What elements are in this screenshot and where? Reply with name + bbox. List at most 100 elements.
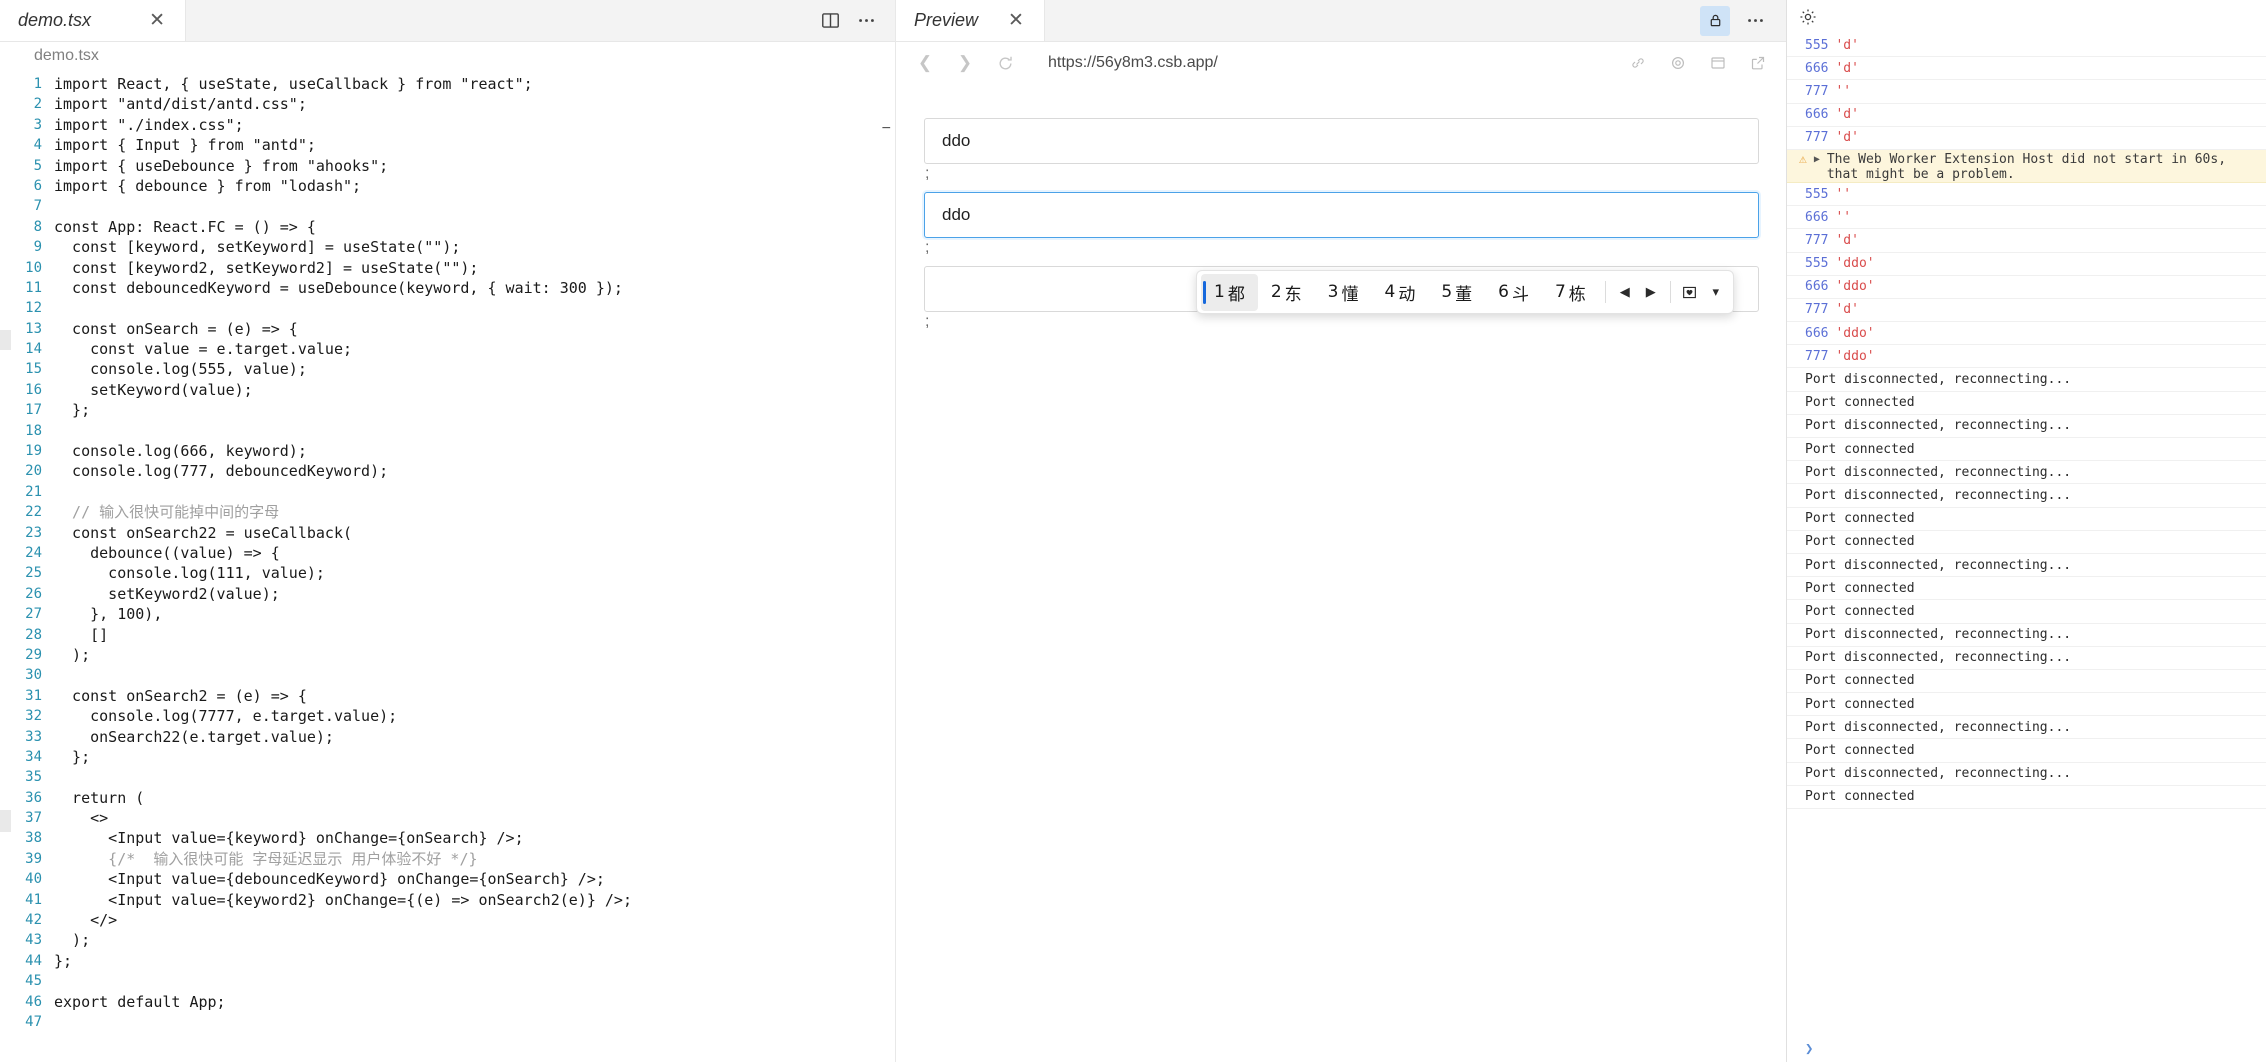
console-row[interactable]: 555 '': [1787, 183, 2266, 207]
code-line[interactable]: 20 console.log(777, debouncedKeyword);: [0, 461, 895, 481]
code-line[interactable]: 45: [0, 971, 895, 991]
chevron-right-icon[interactable]: ❯: [950, 48, 980, 78]
console-row[interactable]: Port disconnected, reconnecting...: [1787, 763, 2266, 786]
settings-icon[interactable]: [1664, 49, 1692, 77]
heart-box-icon[interactable]: [1677, 279, 1703, 305]
code-line[interactable]: 29 );: [0, 645, 895, 665]
console-row[interactable]: 777 'd': [1787, 299, 2266, 323]
breadcrumb[interactable]: demo.tsx: [0, 42, 895, 70]
console-row[interactable]: Port disconnected, reconnecting...: [1787, 624, 2266, 647]
console-row[interactable]: 555 'd': [1787, 34, 2266, 58]
code-line[interactable]: 22 // 输入很快可能掉中间的字母: [0, 502, 895, 522]
code-line[interactable]: 37 <>: [0, 808, 895, 828]
code-line[interactable]: 39 {/* 输入很快可能 字母延迟显示 用户体验不好 */}: [0, 849, 895, 869]
console-row[interactable]: Port disconnected, reconnecting...: [1787, 554, 2266, 578]
ime-candidate-3[interactable]: 3懂: [1315, 274, 1372, 311]
code-line[interactable]: 41 <Input value={keyword2} onChange={(e)…: [0, 890, 895, 910]
console-row[interactable]: 555 'ddo': [1787, 253, 2266, 276]
code-line[interactable]: 6 import { debounce } from "lodash";: [0, 176, 895, 196]
expand-caret-icon[interactable]: ▶: [1814, 152, 1820, 168]
console-row[interactable]: Port disconnected, reconnecting...: [1787, 368, 2266, 392]
console-row[interactable]: Port disconnected, reconnecting...: [1787, 484, 2266, 508]
code-line[interactable]: 3 import "./index.css";: [0, 115, 895, 135]
console-row[interactable]: Port disconnected, reconnecting...: [1787, 461, 2266, 485]
code-line[interactable]: 46 export default App;: [0, 992, 895, 1012]
chevron-down-icon[interactable]: ▾: [1703, 279, 1729, 305]
editor-tab-demo-tsx[interactable]: demo.tsx ✕: [0, 0, 186, 41]
url-text[interactable]: https://56y8m3.csb.app/: [1048, 54, 1218, 72]
close-icon[interactable]: ✕: [145, 9, 169, 32]
code-line[interactable]: 23 const onSearch22 = useCallback(: [0, 523, 895, 543]
console-row[interactable]: Port disconnected, reconnecting...: [1787, 415, 2266, 438]
console-row[interactable]: Port connected: [1787, 577, 2266, 601]
console-row[interactable]: Port connected: [1787, 438, 2266, 462]
code-line[interactable]: 35: [0, 767, 895, 787]
code-line[interactable]: 8 const App: React.FC = () => {: [0, 217, 895, 237]
ime-candidate-bar[interactable]: 1都2东3懂4动5董6斗7栋 ◀ ▶ ▾: [1196, 270, 1734, 314]
code-line[interactable]: 1 import React, { useState, useCallback }…: [0, 74, 895, 94]
console-row[interactable]: 666 'd': [1787, 57, 2266, 81]
code-line[interactable]: 38 <Input value={keyword} onChange={onSe…: [0, 828, 895, 848]
code-line[interactable]: 33 onSearch22(e.target.value);: [0, 727, 895, 747]
ime-candidate-4[interactable]: 4动: [1371, 274, 1428, 311]
open-external-icon[interactable]: [1744, 49, 1772, 77]
code-line[interactable]: 12: [0, 298, 895, 318]
code-line[interactable]: 7: [0, 196, 895, 216]
code-line[interactable]: 40 <Input value={debouncedKeyword} onCha…: [0, 869, 895, 889]
gear-icon[interactable]: [1795, 4, 1821, 30]
console-row[interactable]: 777 '': [1787, 80, 2266, 104]
console-row[interactable]: Port connected: [1787, 786, 2266, 809]
console-row[interactable]: Port disconnected, reconnecting...: [1787, 716, 2266, 740]
link-icon[interactable]: [1624, 49, 1652, 77]
code-line[interactable]: 34 };: [0, 747, 895, 767]
input-keyword[interactable]: ddo: [924, 118, 1759, 164]
code-line[interactable]: 42 </>: [0, 910, 895, 930]
ime-candidate-2[interactable]: 2东: [1258, 274, 1315, 311]
more-actions-icon[interactable]: [851, 6, 881, 36]
console-row[interactable]: 777 'd': [1787, 127, 2266, 150]
code-line[interactable]: 43 );: [0, 930, 895, 950]
code-line[interactable]: 30: [0, 665, 895, 685]
code-line[interactable]: 27 }, 100),: [0, 604, 895, 624]
ime-candidate-7[interactable]: 7栋: [1542, 274, 1599, 311]
code-line[interactable]: 21: [0, 482, 895, 502]
ime-candidate-1[interactable]: 1都: [1201, 273, 1258, 311]
chevron-left-icon[interactable]: ❮: [910, 48, 940, 78]
console-row[interactable]: Port connected: [1787, 600, 2266, 624]
console-row[interactable]: 666 'ddo': [1787, 322, 2266, 346]
console-row[interactable]: Port connected: [1787, 670, 2266, 694]
code-line[interactable]: 19 console.log(666, keyword);: [0, 441, 895, 461]
ime-candidate-5[interactable]: 5董: [1428, 274, 1485, 311]
reload-icon[interactable]: [990, 48, 1020, 78]
console-row[interactable]: Port connected: [1787, 739, 2266, 763]
console-row[interactable]: Port connected: [1787, 531, 2266, 554]
console-row[interactable]: 666 '': [1787, 206, 2266, 230]
fold-indicator[interactable]: −: [882, 120, 891, 138]
console-row[interactable]: 666 'ddo': [1787, 276, 2266, 299]
triangle-right-icon[interactable]: ▶: [1638, 279, 1664, 305]
code-line[interactable]: 47: [0, 1012, 895, 1032]
close-icon[interactable]: ✕: [1004, 9, 1028, 32]
code-line[interactable]: 11 const debouncedKeyword = useDebounce(…: [0, 278, 895, 298]
code-line[interactable]: 24 debounce((value) => {: [0, 543, 895, 563]
console-row[interactable]: Port disconnected, reconnecting...: [1787, 647, 2266, 670]
code-line[interactable]: 18: [0, 421, 895, 441]
console-row[interactable]: Port connected: [1787, 693, 2266, 717]
console-prompt[interactable]: ❯: [1787, 1036, 2266, 1062]
console-row[interactable]: Port connected: [1787, 508, 2266, 531]
code-line[interactable]: 31 const onSearch2 = (e) => {: [0, 686, 895, 706]
split-editor-icon[interactable]: [815, 6, 845, 36]
code-line[interactable]: 15 console.log(555, value);: [0, 359, 895, 379]
code-line[interactable]: 16 setKeyword(value);: [0, 380, 895, 400]
code-line[interactable]: 10 const [keyword2, setKeyword2] = useSt…: [0, 258, 895, 278]
code-line[interactable]: 32 console.log(7777, e.target.value);: [0, 706, 895, 726]
console-warning-row[interactable]: ⚠ ▶ The Web Worker Extension Host did not …: [1787, 149, 2266, 183]
code-line[interactable]: 44};: [0, 951, 895, 971]
code-line[interactable]: 13 const onSearch = (e) => {: [0, 319, 895, 339]
triangle-left-icon[interactable]: ◀: [1612, 279, 1638, 305]
more-actions-icon[interactable]: [1740, 6, 1770, 36]
console-row[interactable]: 777 'd': [1787, 229, 2266, 253]
code-line[interactable]: 9 const [keyword, setKeyword] = useState…: [0, 237, 895, 257]
code-line[interactable]: 28 []: [0, 625, 895, 645]
lock-icon[interactable]: [1700, 5, 1730, 36]
